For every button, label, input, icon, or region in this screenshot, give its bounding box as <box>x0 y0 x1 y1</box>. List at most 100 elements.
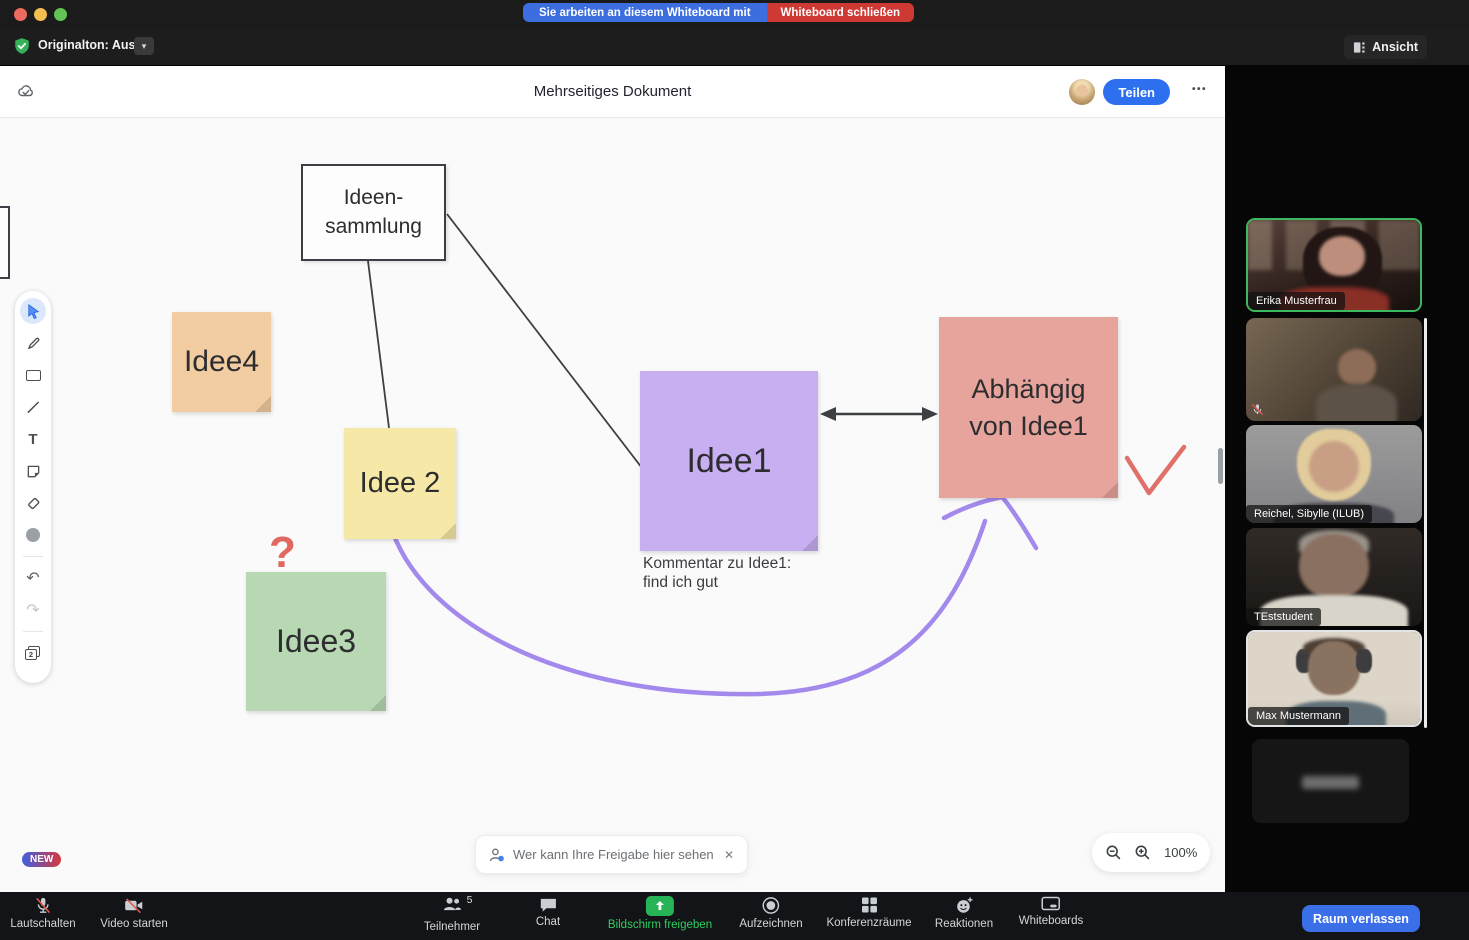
share-screen-button[interactable]: Bildschirm freigeben <box>608 896 712 931</box>
participant-tile-2[interactable] <box>1246 318 1422 421</box>
toast-message: Wer kann Ihre Freigabe hier sehen <box>513 847 714 862</box>
unmute-button[interactable]: Lautschalten <box>10 896 75 930</box>
view-layout-icon <box>1353 41 1366 54</box>
sidebar-scrollbar[interactable] <box>1424 318 1427 728</box>
idee1-comment[interactable]: Kommentar zu Idee1: find ich gut <box>643 554 791 592</box>
select-tool[interactable] <box>20 298 46 324</box>
zoom-out-button[interactable] <box>1105 844 1122 861</box>
participant-name: Erika Musterfrau <box>1248 292 1345 310</box>
meeting-control-bar: Lautschalten Video starten 5 Te <box>0 892 1469 940</box>
pages-icon: 2 <box>25 646 41 661</box>
zoom-in-button[interactable] <box>1134 844 1151 861</box>
shape-tool[interactable] <box>19 359 47 391</box>
sticky-note-idee3[interactable]: Idee3 <box>246 572 386 711</box>
reactions-icon <box>955 896 974 915</box>
participant-video <box>1246 318 1422 421</box>
whiteboard-tool-palette: T ↶ ↷ <box>15 291 51 683</box>
pages-button[interactable]: 2 <box>19 637 47 669</box>
host-avatar[interactable] <box>1069 79 1095 105</box>
participant-tile-teststudent[interactable]: TEststudent <box>1246 528 1422 626</box>
record-button[interactable]: Aufzeichnen <box>739 896 802 930</box>
eraser-icon <box>26 496 41 511</box>
original-audio-status: Originalton: Aus <box>38 38 135 52</box>
share-visibility-toast: Wer kann Ihre Freigabe hier sehen ✕ <box>475 835 748 874</box>
chat-button[interactable]: Chat <box>536 896 560 928</box>
share-whiteboard-button[interactable]: Teilen <box>1103 79 1170 105</box>
color-tool[interactable] <box>19 519 47 551</box>
dependent-label-line1: Abhängig <box>971 371 1085 407</box>
chat-label: Chat <box>536 916 560 928</box>
idea-collection-box[interactable]: Ideen- sammlung <box>301 164 446 261</box>
idee3-label: Idee3 <box>276 623 356 660</box>
whiteboard-title: Mehrseitiges Dokument <box>0 83 1225 100</box>
text-tool[interactable]: T <box>19 423 47 455</box>
comment-line1: Kommentar zu Idee1: <box>643 554 791 573</box>
close-window-button[interactable] <box>14 8 27 21</box>
offscreen-note[interactable] <box>0 206 10 279</box>
eraser-tool[interactable] <box>19 487 47 519</box>
participant-tile-reichel[interactable]: Reichel, Sibylle (ILUB) <box>1246 425 1422 523</box>
video-label: Video starten <box>100 918 168 930</box>
participant-tile-max[interactable]: Max Mustermann <box>1246 630 1422 727</box>
breakout-rooms-label: Konferenzräume <box>826 917 911 929</box>
line-tool[interactable] <box>19 391 47 423</box>
leave-room-button[interactable]: Raum verlassen <box>1302 905 1420 932</box>
view-button-label: Ansicht <box>1372 40 1418 54</box>
pages-count: 2 <box>25 649 37 660</box>
start-video-button[interactable]: Video starten <box>100 896 168 930</box>
participants-icon <box>442 896 463 913</box>
participant-tile-erika[interactable]: Erika Musterfrau <box>1246 218 1422 312</box>
palette-divider <box>23 631 43 632</box>
whiteboards-button[interactable]: Whiteboards <box>1019 896 1084 927</box>
close-whiteboard-button[interactable]: Whiteboard schließen <box>767 3 915 22</box>
security-shield-icon[interactable] <box>13 37 31 55</box>
participant-name: Max Mustermann <box>1248 707 1349 725</box>
sticky-note-dependent[interactable]: Abhängig von Idee1 <box>939 317 1118 498</box>
cursor-icon <box>26 304 41 319</box>
whiteboard-header: Mehrseitiges Dokument Teilen ••• <box>0 66 1225 118</box>
collab-banner-label: Sie arbeiten an diesem Whiteboard mit <box>523 3 767 22</box>
pen-icon <box>26 336 41 351</box>
reactions-label: Reaktionen <box>935 918 993 930</box>
more-options-button[interactable]: ••• <box>1192 84 1207 95</box>
mute-label: Lautschalten <box>10 918 75 930</box>
share-screen-label: Bildschirm freigeben <box>608 919 712 931</box>
undo-button[interactable]: ↶ <box>19 562 47 594</box>
minimize-window-button[interactable] <box>34 8 47 21</box>
reactions-button[interactable]: Reaktionen <box>935 896 993 930</box>
chat-icon <box>538 896 557 913</box>
breakout-rooms-icon <box>860 896 878 914</box>
whiteboard-scrollbar[interactable] <box>1218 448 1223 484</box>
fullscreen-window-button[interactable] <box>54 8 67 21</box>
audio-options-caret[interactable]: ▾ <box>134 37 154 55</box>
meeting-top-bar: Originalton: Aus ▾ Ansicht <box>0 28 1469 65</box>
participants-button[interactable]: 5 Teilnehmer <box>424 896 480 933</box>
collection-label-line2: sammlung <box>325 213 422 241</box>
whiteboards-icon <box>1041 896 1061 912</box>
palette-divider <box>23 556 43 557</box>
whiteboard-banner: Sie arbeiten an diesem Whiteboard mit Wh… <box>523 3 914 22</box>
participant-tile-6[interactable] <box>1252 739 1409 823</box>
rectangle-icon <box>26 370 41 381</box>
video-off-icon <box>124 896 145 915</box>
view-button[interactable]: Ansicht <box>1344 35 1427 59</box>
participants-label: Teilnehmer <box>424 921 480 933</box>
color-swatch-icon <box>26 528 40 542</box>
toast-close-icon[interactable]: ✕ <box>724 848 734 862</box>
question-mark-annotation[interactable]: ? <box>269 528 296 578</box>
pen-tool[interactable] <box>19 327 47 359</box>
redo-icon: ↷ <box>26 600 39 620</box>
zoom-level: 100% <box>1164 845 1197 860</box>
redo-button[interactable]: ↷ <box>19 594 47 626</box>
mic-muted-icon <box>34 896 53 915</box>
participants-count: 5 <box>467 894 473 906</box>
record-icon <box>761 896 780 915</box>
zoom-controls: 100% <box>1092 833 1210 872</box>
sticky-note-idee4[interactable]: Idee4 <box>172 312 271 412</box>
idee1-label: Idee1 <box>686 442 771 481</box>
sticky-note-idee2[interactable]: Idee 2 <box>344 428 456 539</box>
zoom-in-icon <box>1134 844 1151 861</box>
sticky-note-tool[interactable] <box>19 455 47 487</box>
breakout-rooms-button[interactable]: Konferenzräume <box>826 896 911 929</box>
sticky-note-idee1[interactable]: Idee1 <box>640 371 818 551</box>
